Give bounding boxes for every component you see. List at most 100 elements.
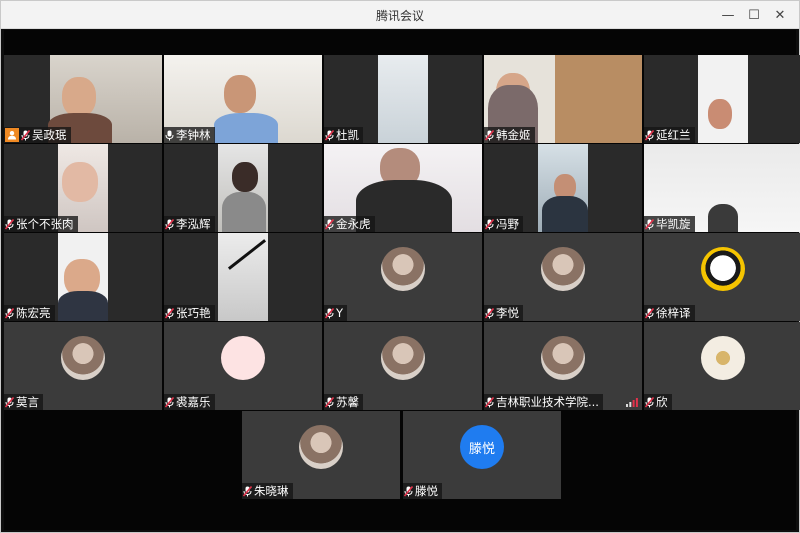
window-title: 腾讯会议: [375, 9, 424, 23]
participant-tile[interactable]: 延红兰: [644, 55, 800, 143]
mic-muted-icon: [325, 307, 334, 319]
mic-on-icon: [165, 130, 174, 140]
participant-tile[interactable]: 李悦: [484, 233, 642, 321]
participant-name-bar: 裘嘉乐: [164, 394, 215, 410]
participant-avatar: [61, 336, 105, 380]
participant-name: 徐梓译: [656, 306, 691, 320]
participant-avatar: [541, 336, 585, 380]
participant-avatar: [541, 247, 585, 291]
participant-name: 金永虎: [336, 217, 371, 231]
mic-muted-icon: [5, 218, 14, 230]
mic-muted-icon: [325, 218, 334, 230]
participant-name-bar: 韩金姬: [484, 127, 535, 143]
participant-tile[interactable]: 冯野: [484, 144, 642, 232]
participant-tile[interactable]: 朱晓琳: [242, 411, 400, 499]
participant-tile[interactable]: 徐梓译: [644, 233, 800, 321]
title-bar[interactable]: 腾讯会议 — ☐ ✕: [1, 1, 799, 29]
participant-tile[interactable]: 韩金姬: [484, 55, 642, 143]
participant-avatar: 滕悦: [460, 425, 504, 469]
participant-name: 朱晓琳: [254, 484, 289, 498]
participant-name: 吴政珉: [32, 128, 67, 142]
participant-name-bar: 徐梓译: [644, 305, 695, 321]
mic-muted-icon: [485, 218, 494, 230]
participant-tile[interactable]: 裘嘉乐: [164, 322, 322, 410]
participant-name: 李泓辉: [176, 217, 211, 231]
mic-muted-icon: [404, 485, 413, 497]
participant-tile[interactable]: 滕悦 滕悦: [403, 411, 561, 499]
participant-name: Y: [336, 306, 344, 320]
mic-muted-icon: [325, 396, 334, 408]
participant-name-bar: 吴政珉: [4, 127, 71, 143]
participant-tile[interactable]: 吉林职业技术学院...: [484, 322, 642, 410]
participant-name: 毕凯旋: [656, 217, 691, 231]
participant-tile[interactable]: 欣: [644, 322, 800, 410]
participant-tile[interactable]: 张个不张肉: [4, 144, 162, 232]
participant-tile[interactable]: 李泓辉: [164, 144, 322, 232]
mic-muted-icon: [645, 396, 654, 408]
mic-muted-icon: [485, 307, 494, 319]
participant-tile[interactable]: 吴政珉: [4, 55, 162, 143]
participant-name-bar: 李泓辉: [164, 216, 215, 232]
mic-muted-icon: [165, 396, 174, 408]
avatar-initials: 滕悦: [468, 441, 495, 457]
participant-avatar: [381, 247, 425, 291]
participant-tile[interactable]: 李钟林: [164, 55, 322, 143]
participant-tile[interactable]: 张巧艳: [164, 233, 322, 321]
participant-name-bar: 欣: [644, 394, 672, 410]
participant-tile[interactable]: 莫言: [4, 322, 162, 410]
participant-name: 裘嘉乐: [176, 395, 211, 409]
participant-name: 吉林职业技术学院...: [496, 395, 599, 409]
mic-muted-icon: [485, 129, 494, 141]
participant-name-bar: 延红兰: [644, 127, 695, 143]
mic-muted-icon: [325, 129, 334, 141]
participant-tile[interactable]: 陈宏亮: [4, 233, 162, 321]
close-button[interactable]: ✕: [767, 1, 793, 29]
mic-muted-icon: [165, 307, 174, 319]
participant-name: 冯野: [496, 217, 519, 231]
host-user-icon: [5, 128, 19, 142]
participant-name: 张巧艳: [176, 306, 211, 320]
participant-name-bar: 毕凯旋: [644, 216, 695, 232]
mic-muted-icon: [645, 129, 654, 141]
participant-name-bar: 陈宏亮: [4, 305, 55, 321]
participant-name: 莫言: [16, 395, 39, 409]
participant-name-bar: 莫言: [4, 394, 43, 410]
maximize-button[interactable]: ☐: [741, 1, 767, 29]
participant-tile[interactable]: 杜凯: [324, 55, 482, 143]
participant-tile[interactable]: 金永虎: [324, 144, 482, 232]
participant-name: 韩金姬: [496, 128, 531, 142]
participant-tile[interactable]: Y: [324, 233, 482, 321]
participant-name-bar: 张巧艳: [164, 305, 215, 321]
participant-name-bar: 张个不张肉: [4, 216, 78, 232]
mic-muted-icon: [645, 307, 654, 319]
participant-name: 杜凯: [336, 128, 359, 142]
participant-tile[interactable]: 毕凯旋: [644, 144, 800, 232]
participant-name: 欣: [656, 395, 668, 409]
mic-muted-icon: [485, 396, 494, 408]
meeting-window: 腾讯会议 — ☐ ✕ 吴政珉 李钟林 杜凯 韩金姬 延红兰张个不张肉 李泓辉 金永虎 冯野 毕凯…: [0, 0, 800, 533]
participant-name-bar: 滕悦: [403, 483, 442, 499]
participant-name-bar: 朱晓琳: [242, 483, 293, 499]
participant-name: 滕悦: [415, 484, 438, 498]
participant-name: 李悦: [496, 306, 519, 320]
participant-avatar: [299, 425, 343, 469]
participant-avatar: [701, 336, 745, 380]
mic-muted-icon: [5, 307, 14, 319]
participant-name-bar: 杜凯: [324, 127, 363, 143]
participant-name: 延红兰: [656, 128, 691, 142]
participant-name: 陈宏亮: [16, 306, 51, 320]
participant-name: 张个不张肉: [16, 217, 74, 231]
participant-name: 李钟林: [176, 128, 211, 142]
participant-tile[interactable]: 苏馨: [324, 322, 482, 410]
minimize-button[interactable]: —: [715, 1, 741, 29]
mic-muted-icon: [21, 129, 30, 141]
participant-name-bar: 李钟林: [164, 127, 215, 143]
participant-name-bar: 冯野: [484, 216, 523, 232]
participant-avatar: [381, 336, 425, 380]
video-grid: 吴政珉 李钟林 杜凯 韩金姬 延红兰张个不张肉 李泓辉 金永虎 冯野 毕凯旋陈宏亮 张巧艳 Y 李悦 徐…: [4, 30, 800, 530]
mic-muted-icon: [243, 485, 252, 497]
participant-name: 苏馨: [336, 395, 359, 409]
mic-muted-icon: [5, 396, 14, 408]
participant-avatar: [701, 247, 745, 291]
participant-name-bar: 金永虎: [324, 216, 375, 232]
